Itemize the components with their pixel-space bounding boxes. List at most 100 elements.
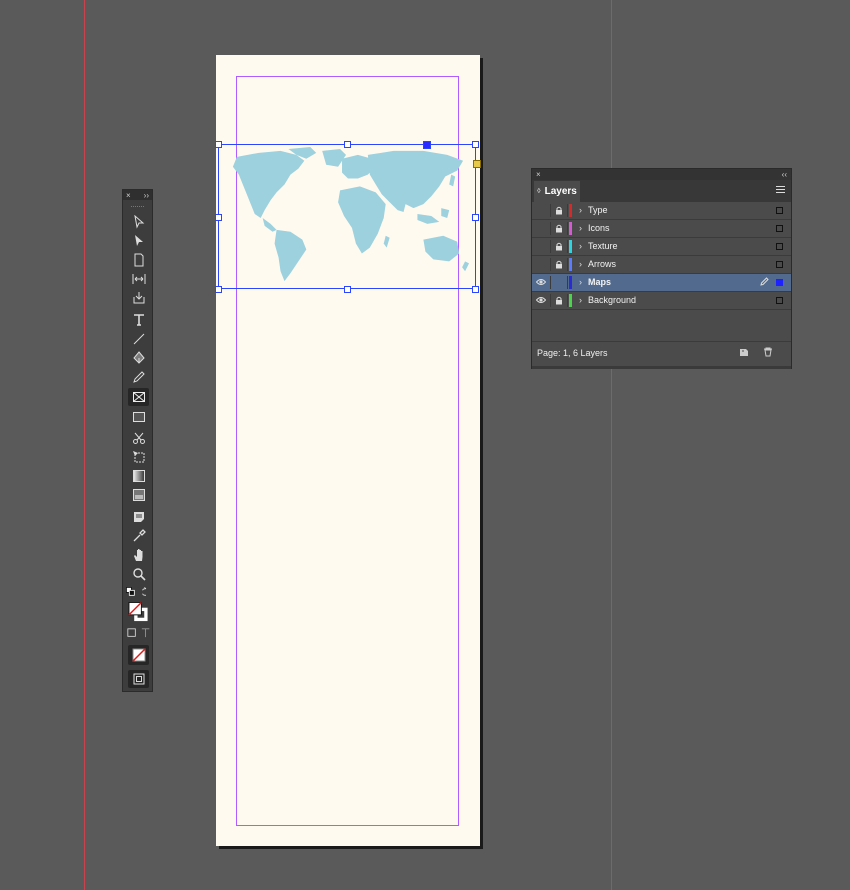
layers-panel-titlebar[interactable]: × ‹‹ — [532, 169, 791, 180]
panel-menu-icon[interactable] — [776, 186, 785, 195]
note-tool-icon[interactable] — [128, 508, 149, 526]
lock-toggle[interactable] — [551, 276, 568, 289]
selected-items-indicator[interactable] — [776, 225, 783, 232]
document-page[interactable] — [215, 55, 481, 846]
visibility-toggle[interactable] — [532, 276, 551, 289]
layer-row-texture[interactable]: › Texture — [532, 238, 791, 256]
layer-row-icons[interactable]: › Icons — [532, 220, 791, 238]
frame-handle-bottom-center[interactable] — [344, 286, 351, 293]
frame-handle-top-left[interactable] — [215, 141, 222, 148]
chevron-right-icon[interactable]: › — [579, 205, 582, 215]
layer-color-swatch — [569, 276, 572, 289]
layers-collapse-button[interactable]: ‹‹ — [782, 170, 787, 179]
layers-panel[interactable]: × ‹‹ ◊ Layers › Type › Icons › Texture › Arrows… — [531, 168, 792, 369]
layer-row-maps[interactable]: › Maps — [532, 274, 791, 292]
frame-handle-bottom-left[interactable] — [215, 286, 222, 293]
chevron-right-icon[interactable]: › — [579, 277, 582, 287]
text-frame-outport[interactable] — [473, 160, 481, 168]
tools-panel[interactable]: × ›› — [122, 189, 153, 692]
content-grabber-handle[interactable] — [423, 141, 431, 149]
selected-items-indicator[interactable] — [776, 207, 783, 214]
visibility-toggle[interactable] — [532, 240, 551, 253]
selected-items-indicator[interactable] — [776, 297, 783, 304]
gap-tool-icon[interactable] — [128, 270, 149, 288]
layer-color-swatch — [569, 240, 572, 253]
frame-handle-top-center[interactable] — [344, 141, 351, 148]
layers-status-text: Page: 1, 6 Layers — [537, 348, 608, 358]
page-tool-icon[interactable] — [128, 251, 149, 269]
visibility-toggle[interactable] — [532, 294, 551, 307]
lock-toggle[interactable] — [551, 258, 568, 271]
new-layer-icon[interactable] — [739, 347, 749, 357]
formatting-container-icon[interactable] — [126, 627, 138, 639]
layer-row-background[interactable]: › Background — [532, 292, 791, 310]
selected-items-indicator[interactable] — [776, 279, 783, 286]
free-transform-tool-icon[interactable] — [128, 448, 149, 466]
content-collector-tool-icon[interactable] — [128, 289, 149, 307]
lock-toggle[interactable] — [551, 204, 568, 217]
lock-toggle[interactable] — [551, 222, 568, 235]
pen-tool-icon[interactable] — [128, 349, 149, 367]
selection-tool-icon[interactable] — [128, 213, 149, 231]
layers-tabbar: ◊ Layers — [532, 180, 791, 202]
swap-fill-stroke-icon[interactable] — [140, 586, 152, 598]
tab-layers[interactable]: ◊ Layers — [534, 181, 580, 202]
lock-toggle[interactable] — [551, 294, 568, 307]
eyedropper-tool-icon[interactable] — [128, 527, 149, 545]
zoom-tool-icon[interactable] — [128, 565, 149, 583]
tools-panel-titlebar[interactable]: × ›› — [123, 190, 152, 200]
layer-name[interactable]: Icons — [588, 223, 610, 233]
layer-name[interactable]: Arrows — [588, 259, 616, 269]
tools-grip[interactable] — [131, 200, 144, 207]
layer-color-swatch — [569, 294, 572, 307]
layer-name[interactable]: Maps — [588, 277, 611, 287]
pencil-icon — [760, 277, 769, 288]
map-image-frame[interactable] — [215, 141, 481, 293]
selected-items-indicator[interactable] — [776, 243, 783, 250]
layer-row-arrows[interactable]: › Arrows — [532, 256, 791, 274]
rectangle-frame-tool-icon[interactable] — [128, 388, 149, 406]
direct-selection-tool-icon[interactable] — [128, 232, 149, 250]
chevron-right-icon[interactable]: › — [579, 241, 582, 251]
layer-row-type[interactable]: › Type — [532, 202, 791, 220]
layer-name[interactable]: Background — [588, 295, 636, 305]
vertical-guide-left[interactable] — [84, 0, 85, 890]
vertical-guide-right[interactable] — [611, 0, 612, 890]
layer-color-swatch — [569, 222, 572, 235]
layer-name[interactable]: Type — [588, 205, 608, 215]
panel-resize-bar[interactable] — [532, 366, 791, 369]
frame-handle-top-right[interactable] — [472, 141, 479, 148]
layers-close-button[interactable]: × — [536, 170, 541, 179]
type-tool-icon[interactable] — [128, 311, 149, 329]
tools-expand-button[interactable]: ›› — [144, 191, 149, 200]
chevron-right-icon[interactable]: › — [579, 295, 582, 305]
layer-color-swatch — [569, 258, 572, 271]
visibility-toggle[interactable] — [532, 222, 551, 235]
scissors-tool-icon[interactable] — [128, 429, 149, 447]
pencil-tool-icon[interactable] — [128, 368, 149, 386]
chevron-right-icon[interactable]: › — [579, 259, 582, 269]
gradient-swatch-tool-icon[interactable] — [128, 467, 149, 485]
frame-handle-middle-right[interactable] — [472, 214, 479, 221]
default-fill-stroke-icon[interactable] — [125, 586, 137, 598]
hand-tool-icon[interactable] — [128, 546, 149, 564]
frame-handle-middle-left[interactable] — [215, 214, 222, 221]
layer-name[interactable]: Texture — [588, 241, 618, 251]
tools-close-button[interactable]: × — [126, 191, 131, 200]
lock-toggle[interactable] — [551, 240, 568, 253]
fill-stroke-swatch-icon[interactable] — [128, 601, 149, 623]
selected-items-indicator[interactable] — [776, 261, 783, 268]
formatting-text-icon[interactable] — [140, 627, 152, 639]
apply-none-icon[interactable] — [128, 645, 149, 665]
trash-icon[interactable] — [763, 347, 773, 357]
chevron-right-icon[interactable]: › — [579, 223, 582, 233]
line-tool-icon[interactable] — [128, 330, 149, 348]
frame-handle-bottom-right[interactable] — [472, 286, 479, 293]
visibility-toggle[interactable] — [532, 258, 551, 271]
screen-mode-icon[interactable] — [128, 670, 149, 688]
gradient-feather-tool-icon[interactable] — [128, 486, 149, 504]
rectangle-tool-icon[interactable] — [128, 408, 149, 426]
visibility-toggle[interactable] — [532, 204, 551, 217]
layer-color-swatch — [569, 204, 572, 217]
tab-updown-icon: ◊ — [537, 188, 541, 195]
